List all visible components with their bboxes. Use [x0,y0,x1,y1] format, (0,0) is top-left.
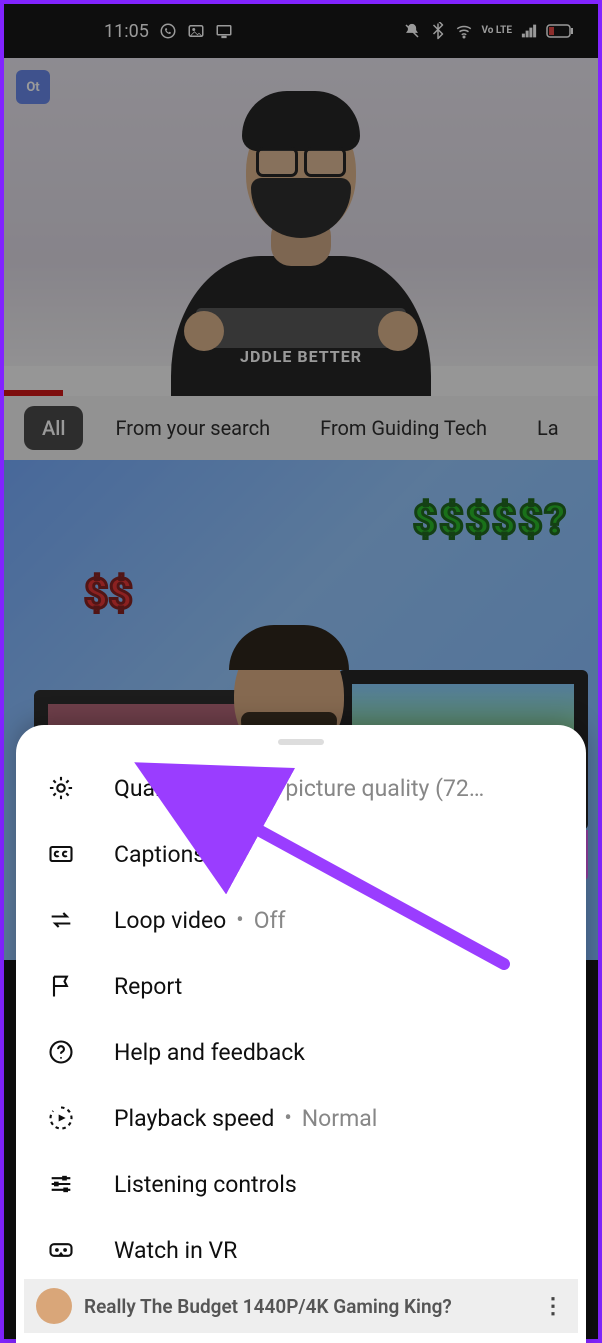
status-time: 11:05 [104,21,149,42]
player-options-sheet: Quality • Higher picture quality (72… Ca… [16,725,586,1343]
chip-from-channel[interactable]: From Guiding Tech [302,406,505,450]
sliders-icon [46,1169,76,1199]
video-player[interactable]: Ot JDDLE BETTER [4,58,598,396]
option-label: Playback speed [114,1105,274,1132]
option-label: Watch in VR [114,1237,237,1264]
channel-badge: Ot [16,70,50,104]
option-value: Off [254,907,556,934]
status-bar: 11:05 Vo LTE [4,4,598,58]
status-left: 11:05 [104,21,233,42]
chip-from-search[interactable]: From your search [97,406,288,450]
channel-avatar[interactable] [36,1288,72,1324]
whatsapp-icon [159,22,177,40]
option-label: Listening controls [114,1171,297,1198]
chip-more[interactable]: La [519,406,577,450]
flag-icon [46,971,76,1001]
playback-speed-icon [46,1103,76,1133]
cc-icon [46,839,76,869]
option-captions[interactable]: Captions [16,821,586,887]
option-label: Loop video [114,907,226,934]
gear-icon [46,773,76,803]
option-label: Captions [114,841,205,868]
help-icon [46,1037,76,1067]
option-label: Quality [114,775,185,802]
wifi-icon [455,22,473,40]
option-report[interactable]: Report [16,953,586,1019]
network-label: Vo LTE [481,26,512,36]
option-quality[interactable]: Quality • Higher picture quality (72… [16,755,586,821]
status-right: Vo LTE [403,22,574,40]
option-help[interactable]: Help and feedback [16,1019,586,1085]
mute-icon [403,22,421,40]
filter-chips: All From your search From Guiding Tech L… [4,396,598,460]
sheet-handle[interactable] [278,739,324,745]
signal-icon [520,22,538,40]
next-video-title-row[interactable]: Really The Budget 1440P/4K Gaming King? … [24,1279,578,1333]
option-listening-controls[interactable]: Listening controls [16,1151,586,1217]
shirt-text: JDDLE BETTER [240,347,362,366]
more-icon[interactable]: ⋮ [542,1294,566,1319]
video-title: Really The Budget 1440P/4K Gaming King? [84,1295,452,1318]
cast-icon [215,22,233,40]
bluetooth-icon [429,22,447,40]
option-playback-speed[interactable]: Playback speed • Normal [16,1085,586,1151]
dollar-text: $$$$$? [413,496,568,545]
chip-all[interactable]: All [24,406,83,450]
option-value: Normal [302,1105,556,1132]
option-watch-vr[interactable]: Watch in VR [16,1217,586,1283]
option-value: Higher picture quality (72… [212,775,556,802]
dollar-small: $$ [84,570,133,619]
vr-icon [46,1235,76,1265]
progress-bar[interactable] [4,390,63,396]
option-loop[interactable]: Loop video • Off [16,887,586,953]
option-label: Help and feedback [114,1039,305,1066]
battery-low-icon [546,24,574,38]
loop-icon [46,905,76,935]
image-icon [187,22,205,40]
option-label: Report [114,973,182,1000]
